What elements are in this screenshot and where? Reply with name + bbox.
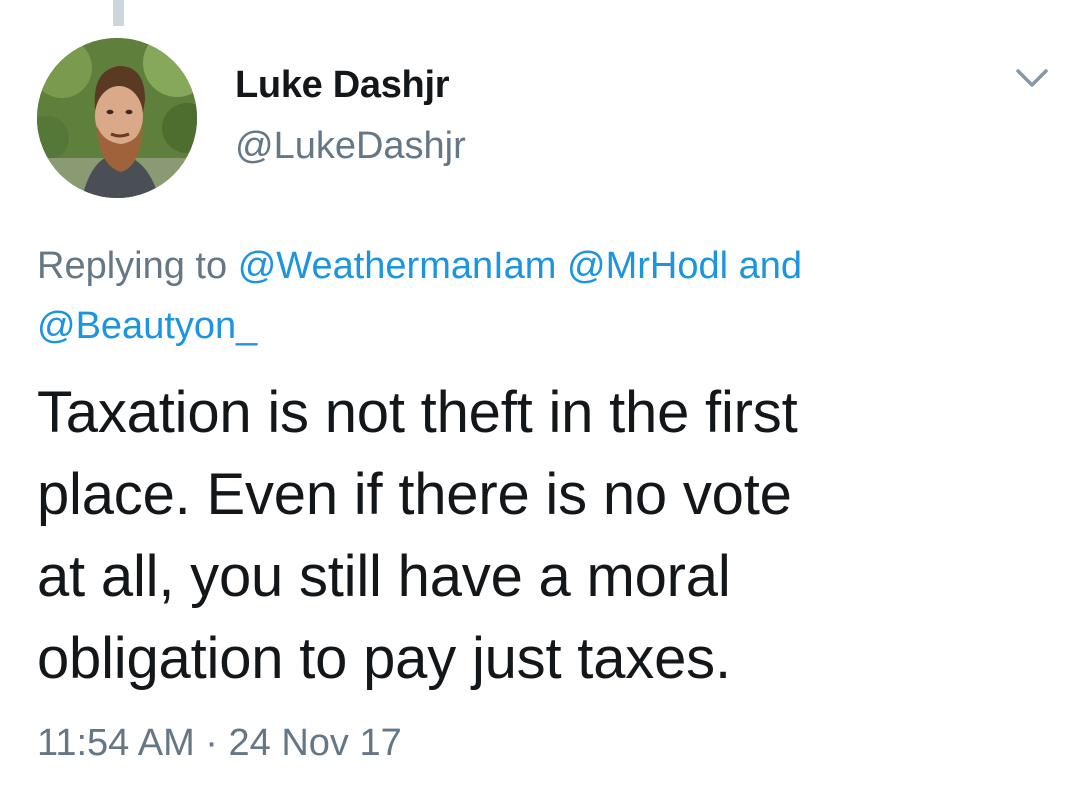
timestamp-separator: · (205, 722, 218, 764)
avatar[interactable] (37, 38, 197, 198)
tweet-timestamp[interactable]: 11:54 AM · 24 Nov 17 (37, 722, 402, 765)
author-handle[interactable]: @LukeDashjr (235, 125, 466, 168)
tweet-text-line: Taxation is not theft in the first (37, 380, 798, 445)
thread-connector-line (113, 0, 124, 26)
tweet-time: 11:54 AM (37, 722, 195, 764)
tweet-text-line: at all, you still have a moral (37, 544, 731, 609)
mention-link[interactable]: @MrHodl (567, 245, 728, 287)
tweet-text-line: obligation to pay just taxes. (37, 626, 731, 691)
mention-link[interactable]: @Beautyon_ (37, 305, 257, 347)
chevron-down-icon[interactable] (1010, 58, 1054, 98)
mention-link[interactable]: @WeathermanIam (238, 245, 557, 287)
mention-conjunction[interactable]: and (739, 245, 802, 287)
replying-to-context: Replying to @WeathermanIam @MrHodl and @… (37, 236, 1037, 356)
tweet-date: 24 Nov 17 (228, 722, 402, 764)
profile-photo (37, 38, 197, 198)
tweet-text: Taxation is not theft in the first place… (37, 372, 1047, 700)
tweet-text-line: place. Even if there is no vote (37, 462, 792, 527)
replying-to-label: Replying to (37, 245, 228, 287)
author-display-name[interactable]: Luke Dashjr (235, 64, 450, 107)
